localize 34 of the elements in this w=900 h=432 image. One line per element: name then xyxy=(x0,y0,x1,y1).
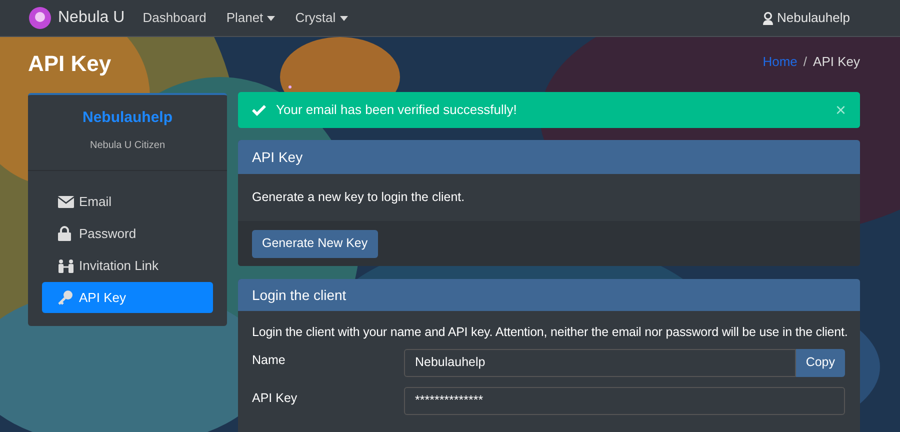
generate-key-button[interactable]: Generate New Key xyxy=(252,230,378,258)
card-title: Login the client xyxy=(252,286,346,305)
breadcrumb-current: API Key xyxy=(813,53,860,71)
field-label: API Key xyxy=(252,390,298,407)
card-text: Generate a new key to login the client. xyxy=(252,189,465,206)
user-icon xyxy=(762,12,774,24)
sidebar-item[interactable]: API Key xyxy=(42,282,213,313)
user-menu[interactable]: Nebulauhelp xyxy=(776,8,850,28)
sidebar-item[interactable]: Email xyxy=(42,186,213,217)
caret-icon xyxy=(267,16,276,20)
sidebar-item[interactable]: Invitation Link xyxy=(42,250,213,281)
profile-name: Nebulauhelp xyxy=(82,108,172,128)
page-title: API Key xyxy=(28,50,112,78)
copy-button[interactable]: Copy xyxy=(796,348,845,377)
dropdown-link[interactable]: Planet xyxy=(226,8,276,28)
brand-name[interactable]: Nebula U xyxy=(58,6,125,30)
field-label: Name xyxy=(252,352,286,369)
card-title: API Key xyxy=(252,148,303,167)
sidebar-item[interactable]: Password xyxy=(42,218,213,249)
alert-message: Your email has been verified successfully! xyxy=(276,101,517,120)
nav-link[interactable]: Dashboard xyxy=(142,8,206,28)
envelope-icon xyxy=(58,196,74,208)
text-field[interactable]: ************** xyxy=(404,386,845,415)
people-icon xyxy=(58,258,74,272)
check-icon xyxy=(252,104,266,116)
key-icon xyxy=(58,290,73,305)
caret-icon xyxy=(340,16,348,20)
breadcrumb-separator: / xyxy=(803,53,808,71)
logo-icon[interactable] xyxy=(28,6,52,30)
text-field[interactable]: Nebulauhelp xyxy=(404,348,796,377)
lock-icon xyxy=(58,226,71,241)
profile-role: Nebula U Citizen xyxy=(90,138,166,152)
card-text: Login the client with your name and API key. Attention, neither the email nor password will be use in the client. xyxy=(252,324,846,341)
dropdown-link[interactable]: Crystal xyxy=(295,8,348,28)
